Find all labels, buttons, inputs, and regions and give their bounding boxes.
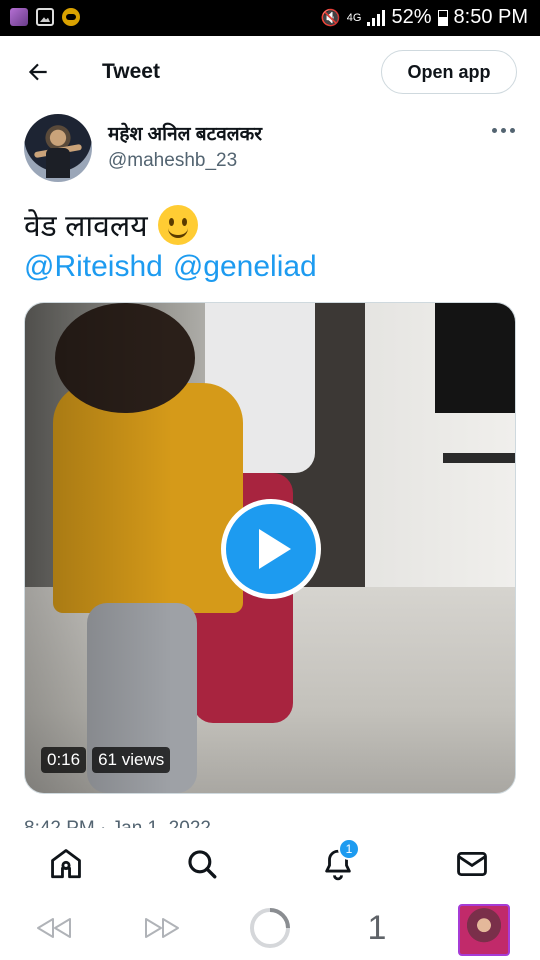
- browser-back-button[interactable]: [34, 910, 74, 946]
- battery-percent: 52%: [391, 6, 432, 28]
- browser-reload-button[interactable]: [248, 906, 292, 950]
- video-badges: 0:16 61 views: [41, 747, 171, 773]
- vibrate-mute-icon: 🔇: [320, 9, 341, 27]
- bottom-navigation: 1: [0, 828, 540, 898]
- author-name[interactable]: महेश अनिल बटवलकर: [108, 120, 262, 146]
- network-type: 4G: [346, 11, 362, 24]
- video-views: 61 views: [92, 747, 171, 773]
- notification-count-badge: 1: [338, 838, 360, 860]
- signal-icon: [367, 9, 386, 26]
- tab-count[interactable]: 1: [362, 909, 392, 947]
- video-duration: 0:16: [41, 747, 87, 773]
- status-bar: 🔇 4G 52% 8:50 PM: [0, 0, 540, 36]
- loading-spinner-icon: [250, 908, 290, 948]
- nav-search[interactable]: [182, 844, 222, 884]
- status-bar-left-icons: [10, 8, 80, 26]
- tweet-text-content: वेड लावलय: [24, 210, 148, 243]
- author-avatar[interactable]: [24, 114, 92, 182]
- clock: 8:50 PM: [453, 6, 528, 28]
- tweet-header: Tweet Open app: [0, 36, 540, 112]
- back-button[interactable]: [22, 56, 54, 88]
- search-icon: [188, 850, 217, 879]
- profile-thumbnail: [458, 904, 510, 956]
- battery-icon: [437, 9, 448, 26]
- tweet-mentions: @Riteishd @geneliad: [24, 250, 327, 284]
- fast-forward-icon: [145, 918, 179, 938]
- browser-toolbar: 1: [0, 898, 540, 960]
- author-handle[interactable]: @maheshb_23: [108, 150, 237, 172]
- rewind-icon: [37, 918, 71, 938]
- mention-link[interactable]: @geneliad: [173, 250, 317, 283]
- nav-messages[interactable]: [452, 844, 492, 884]
- more-options-button[interactable]: [490, 120, 516, 140]
- coin-app-icon: [62, 8, 80, 26]
- home-icon: [51, 849, 81, 879]
- mention-link[interactable]: @Riteishd: [24, 250, 163, 283]
- tweet-timestamp: 8:42 PM · Jan 1, 2022: [24, 818, 211, 828]
- slightly-smiling-emoji-icon: [157, 204, 198, 245]
- notification-thumbnail-icon: [10, 8, 28, 26]
- browser-forward-button[interactable]: [142, 910, 182, 946]
- gallery-icon: [36, 8, 54, 26]
- status-bar-right: 🔇 4G 52% 8:50 PM: [321, 6, 528, 29]
- tweet-text: वेड लावलय: [24, 204, 198, 245]
- play-button[interactable]: [221, 499, 321, 599]
- nav-home[interactable]: [46, 844, 86, 884]
- profile-thumbnail-button[interactable]: [458, 902, 510, 958]
- arrow-left-icon: [28, 63, 47, 81]
- open-app-button[interactable]: Open app: [381, 50, 517, 94]
- tweet-video[interactable]: 0:16 61 views: [24, 302, 516, 794]
- page-title: Tweet: [102, 60, 160, 83]
- envelope-icon: [457, 851, 487, 877]
